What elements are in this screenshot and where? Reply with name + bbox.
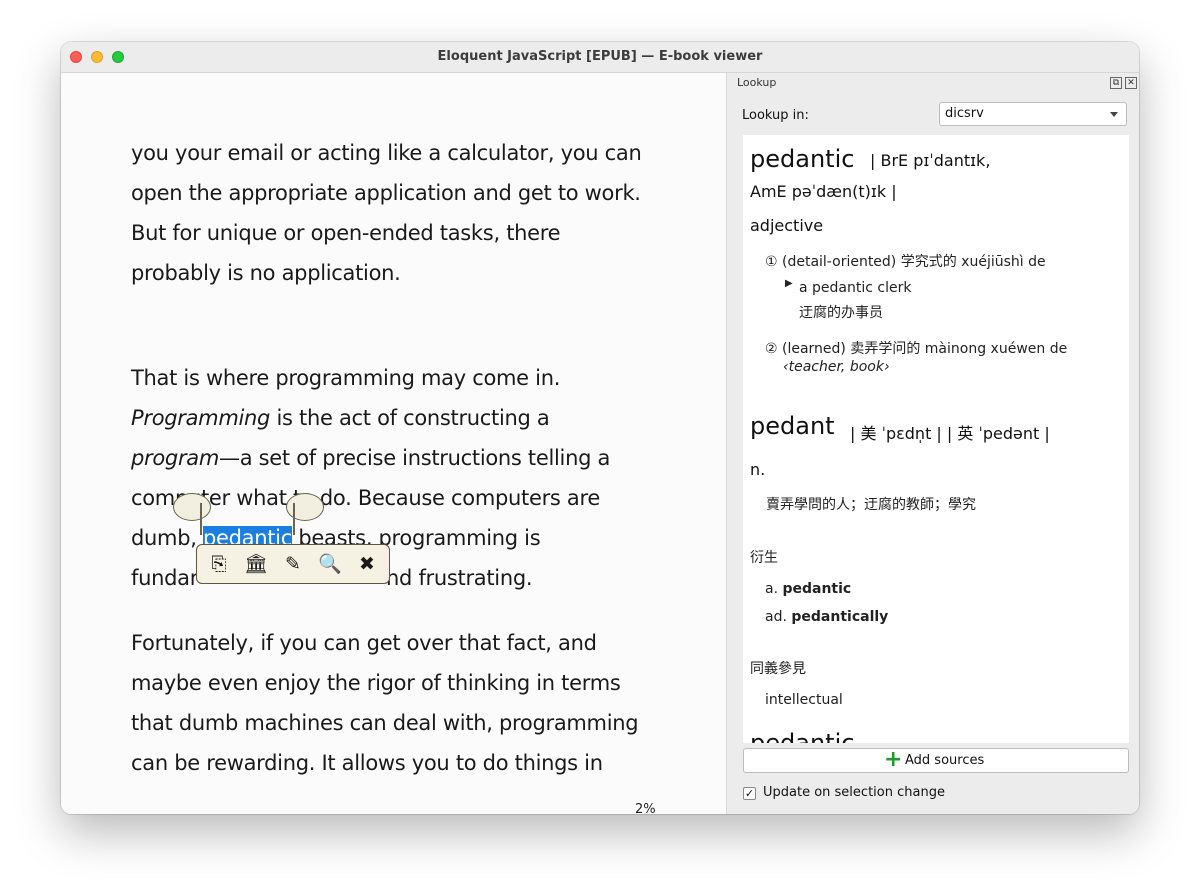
source-selected-value: dicsrv [945, 106, 984, 121]
headword-partial: pedantic [750, 729, 855, 743]
section-heading: 同義參見 [750, 661, 806, 677]
text-run: fundar [131, 566, 199, 590]
panel-title: Lookup [737, 76, 777, 89]
derived-pos: a. [765, 581, 779, 597]
sense-2: ② (learned) 卖弄学问的 màinong xuéwen de [765, 341, 1068, 357]
selection-end-handle[interactable] [286, 493, 324, 521]
definition: 賣弄學問的人；迂腐的教師；學究 [766, 497, 976, 513]
emphasis-program: program [131, 446, 220, 470]
copy-icon[interactable]: ⎘ [206, 552, 232, 576]
window-title: Eloquent JavaScript [EPUB] — E-book view… [437, 49, 763, 64]
update-on-selection-label: Update on selection change [763, 785, 945, 800]
section-heading: 衍生 [750, 550, 778, 566]
sense-1: ① (detail-oriented) 学究式的 xuéjiūshì de [765, 254, 1046, 270]
text-line: Programming is the act of constructing a [131, 398, 671, 438]
derived-word: pedantically [791, 609, 889, 625]
part-of-speech: adjective [750, 216, 824, 235]
ebook-viewer-window: Eloquent JavaScript [EPUB] — E-book view… [61, 42, 1139, 814]
update-on-selection-checkbox[interactable]: ✓ [743, 787, 756, 800]
magnifier-search-icon[interactable]: 🔍 [317, 552, 343, 576]
example-en: a pedantic clerk [799, 280, 912, 296]
lookup-in-label: Lookup in: [742, 108, 809, 123]
headword: pedant [750, 412, 835, 440]
text-run: —a set of precise instructions telling a [219, 446, 611, 470]
sense-note: ‹teacher, book› [783, 359, 890, 375]
highlight-pen-icon[interactable]: ✎ [280, 552, 306, 576]
pronunciation: | 美 ˈpɛdn̩t | | 英 ˈpedənt | [850, 424, 1050, 443]
text-run: nd frustrating. [386, 566, 533, 590]
part-of-speech: n. [750, 460, 766, 479]
reading-progress: 2% [635, 802, 656, 814]
dictionary-source-select[interactable]: dicsrv [939, 102, 1127, 126]
selection-start-handle[interactable] [173, 493, 211, 521]
derived-item: ad. pedantically [765, 609, 888, 625]
emphasis-programming: Programming [131, 406, 271, 430]
title-bar: Eloquent JavaScript [EPUB] — E-book view… [61, 42, 1139, 73]
text-line: Fortunately, if you can get over that fa… [131, 631, 597, 655]
selection-toolbar: ⎘ 🏛 ✎ 🔍 ✖ [196, 544, 390, 584]
text-line: That is where programming may come in. [131, 366, 561, 390]
text-line: probably is no application. [131, 261, 401, 285]
selection-start-stem [200, 503, 202, 535]
library-lookup-icon[interactable]: 🏛 [243, 552, 269, 576]
pronunciation: AmE pəˈdæn(t)ɪk | [750, 182, 897, 201]
headword: pedantic [750, 145, 855, 173]
close-panel-icon[interactable]: ✕ [1125, 77, 1137, 89]
pronunciation: | BrE pɪˈdantɪk, [870, 151, 991, 170]
definition-view[interactable]: pedantic | BrE pɪˈdantɪk, AmE pəˈdæn(t)ɪ… [743, 135, 1129, 743]
reader-pane[interactable]: you your email or acting like a calculat… [61, 73, 726, 814]
float-panel-icon[interactable]: ⧉ [1110, 77, 1122, 89]
lookup-panel: Lookup ⧉ ✕ Lookup in: dicsrv pedantic | … [727, 73, 1139, 814]
paragraph-3: Fortunately, if you can get over that fa… [131, 623, 671, 783]
derived-item: a. pedantic [765, 581, 851, 597]
close-icon[interactable]: ✖ [354, 552, 380, 576]
text-run: is the act of constructing a [270, 406, 550, 430]
selection-end-stem [293, 503, 295, 535]
text-line: program—a set of precise instructions te… [131, 438, 671, 478]
add-sources-label: Add sources [905, 753, 985, 768]
text-line: open the appropriate application and get… [131, 181, 641, 205]
text-line: But for unique or open-ended tasks, ther… [131, 221, 561, 245]
text-line: that dumb machines can deal with, progra… [131, 711, 639, 735]
example-zh: 迂腐的办事员 [799, 305, 883, 321]
paragraph-1: you your email or acting like a calculat… [131, 133, 671, 293]
text-line: computer what to do. Because computers a… [131, 486, 600, 510]
triangle-right-icon: ▶ [785, 278, 793, 289]
derived-pos: ad. [765, 609, 787, 625]
plus-icon: + [884, 747, 903, 772]
derived-word: pedantic [782, 581, 852, 597]
text-line: can be rewarding. It allows you to do th… [131, 751, 603, 775]
text-line: maybe even enjoy the rigor of thinking i… [131, 671, 621, 695]
text-run: dumb, [131, 526, 203, 550]
add-sources-button[interactable]: + Add sources [743, 748, 1129, 773]
chevron-down-icon [1110, 112, 1118, 117]
synonym: intellectual [765, 692, 843, 708]
text-line: you your email or acting like a calculat… [131, 141, 642, 165]
